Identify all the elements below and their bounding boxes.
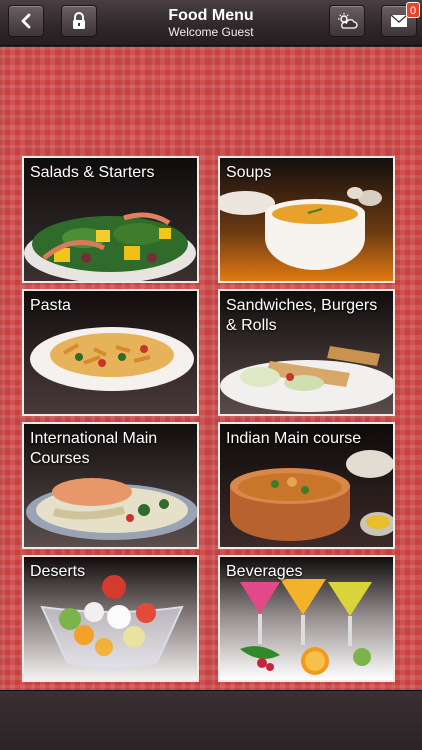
back-arrow-icon (21, 13, 31, 29)
lock-button[interactable] (61, 5, 97, 37)
category-label: Salads & Starters (30, 164, 155, 181)
lock-icon (73, 12, 85, 29)
category-international-main-courses[interactable]: International Main Courses (22, 422, 199, 549)
back-button[interactable] (8, 5, 44, 37)
category-deserts[interactable]: Deserts (22, 555, 199, 682)
category-soups[interactable]: Soups (218, 156, 395, 283)
category-label: Beverages (226, 563, 303, 580)
category-pasta[interactable]: Pasta (22, 289, 199, 416)
category-label: Soups (226, 164, 272, 181)
header-titles: Food Menu Welcome Guest (100, 7, 322, 40)
category-indian-main-course[interactable]: Indian Main course (218, 422, 395, 549)
category-sandwiches-burgers-rolls[interactable]: Sandwiches, Burgers & Rolls (218, 289, 395, 416)
mail-count-badge: 0 (406, 2, 420, 18)
top-bar: Food Menu Welcome Guest 0 (0, 0, 422, 46)
menu-grid: Salads & Starters Soups Pasta Sandwiches… (0, 47, 422, 690)
category-label: Pasta (30, 297, 71, 314)
mail-button[interactable]: 0 (381, 2, 420, 37)
category-label: Sandwiches, Burgers & Rolls (226, 297, 378, 334)
weather-icon (338, 13, 358, 29)
category-label: International Main Courses (30, 430, 158, 467)
bottom-bar (0, 690, 422, 750)
category-label: Indian Main course (226, 430, 362, 447)
category-beverages[interactable]: Beverages (218, 555, 395, 682)
weather-button[interactable] (329, 5, 365, 37)
category-label: Deserts (30, 563, 86, 580)
welcome-text: Welcome Guest (168, 25, 254, 39)
page-title: Food Menu (168, 7, 254, 24)
category-salads-starters[interactable]: Salads & Starters (22, 156, 199, 283)
